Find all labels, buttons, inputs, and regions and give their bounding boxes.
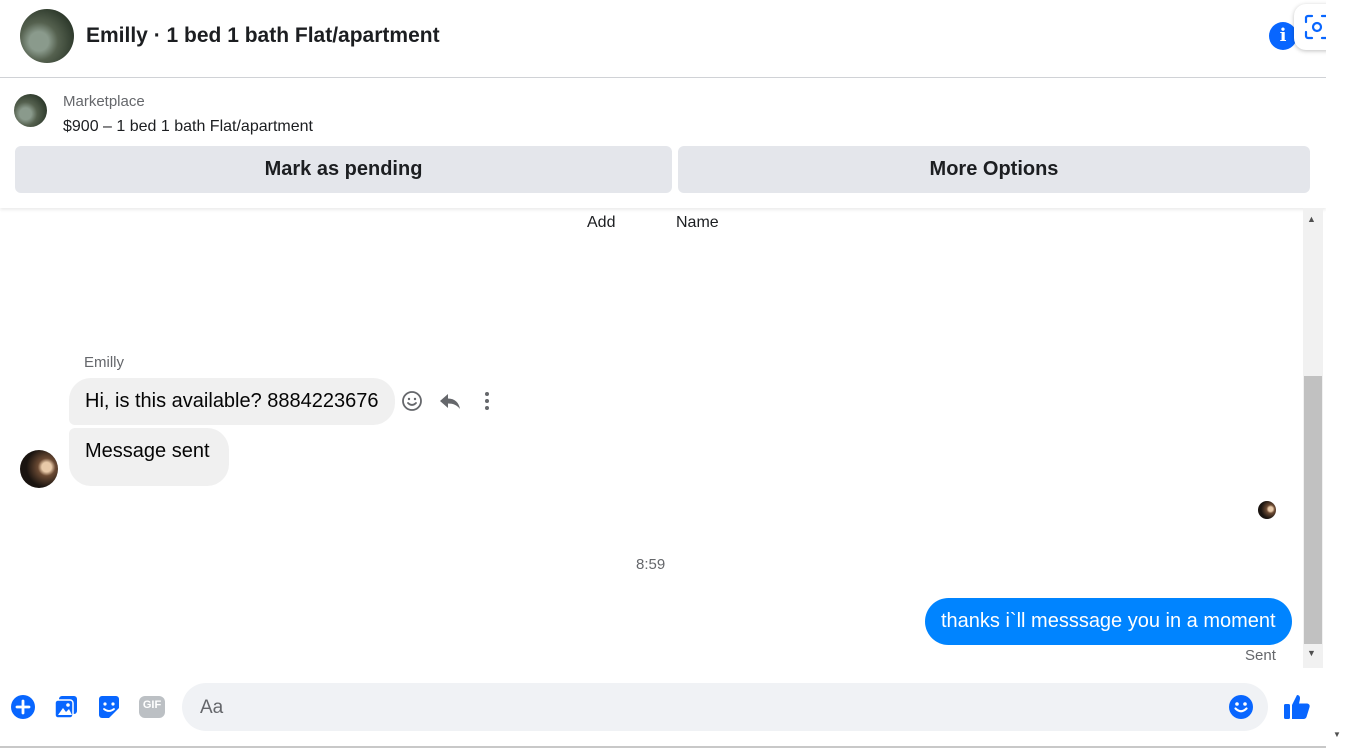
scrollbar-thumb[interactable]: [1304, 376, 1322, 644]
incoming-message-bubble[interactable]: Message sent: [69, 428, 229, 486]
reply-icon[interactable]: [438, 389, 462, 418]
emoji-icon[interactable]: [1228, 694, 1254, 725]
message-timestamp: 8:59: [636, 556, 666, 573]
message-text: Hi, is this available? 8884223676: [85, 390, 379, 412]
page-scroll-down-arrow[interactable]: ▼: [1333, 730, 1341, 739]
message-input-container[interactable]: [182, 683, 1268, 733]
like-icon[interactable]: [1282, 692, 1312, 722]
more-options-button[interactable]: More Options: [678, 146, 1310, 193]
mark-as-pending-button[interactable]: Mark as pending: [15, 146, 672, 193]
message-text: Message sent: [85, 440, 210, 462]
outgoing-message-bubble[interactable]: thanks i`ll messsage you in a moment: [925, 598, 1292, 645]
listing-price-title[interactable]: $900 – 1 bed 1 bath Flat/apartment: [63, 118, 313, 136]
gif-label: GIF: [142, 699, 162, 711]
more-icon[interactable]: [476, 389, 498, 418]
delivery-status: Sent: [1245, 647, 1276, 664]
plus-icon[interactable]: [10, 694, 36, 720]
listing-thumbnail[interactable]: [14, 94, 47, 127]
marketplace-listing-panel: Marketplace $900 – 1 bed 1 bath Flat/apa…: [0, 78, 1326, 208]
marketplace-label: Marketplace: [63, 93, 145, 110]
window-right-margin: [1326, 0, 1348, 748]
sender-name: Emilly: [84, 354, 124, 371]
listing-avatar[interactable]: [20, 9, 74, 63]
scroll-up-arrow[interactable]: ▲: [1307, 214, 1316, 224]
conversation-header: Emilly · 1 bed 1 bath Flat/apartment i: [0, 0, 1340, 78]
name-label: Name: [676, 214, 719, 231]
message-text: thanks i`ll messsage you in a moment: [941, 610, 1276, 632]
sticker-icon[interactable]: [96, 694, 122, 720]
message-composer: GIF: [0, 670, 1326, 748]
photo-icon[interactable]: [53, 694, 79, 720]
conversation-title[interactable]: Emilly · 1 bed 1 bath Flat/apartment: [86, 24, 440, 48]
read-receipt-avatar: [1258, 501, 1276, 519]
user-avatar[interactable]: [20, 450, 58, 488]
react-icon[interactable]: [400, 389, 424, 418]
scroll-down-arrow[interactable]: ▼: [1307, 648, 1316, 658]
info-icon[interactable]: i: [1269, 22, 1297, 50]
add-label: Add: [587, 214, 616, 231]
gif-icon[interactable]: GIF: [138, 694, 165, 720]
message-input[interactable]: [198, 683, 1222, 733]
incoming-message-bubble[interactable]: Hi, is this available? 8884223676: [69, 378, 395, 425]
